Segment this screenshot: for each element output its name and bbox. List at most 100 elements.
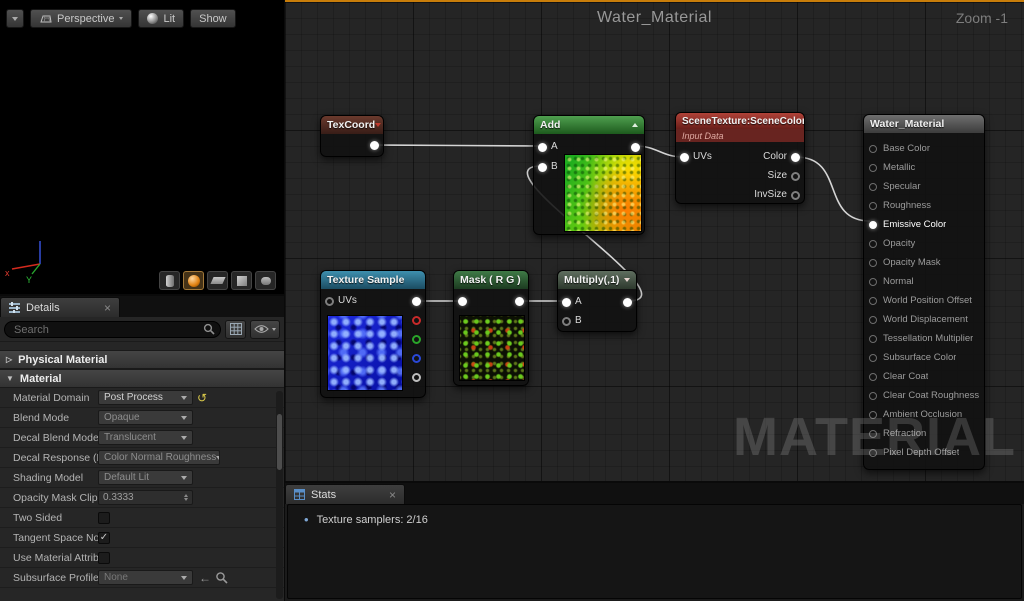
material-domain-dropdown[interactable]: Post Process [98, 390, 193, 405]
input-pin-a[interactable] [562, 298, 571, 307]
input-pin[interactable] [869, 353, 877, 362]
blend-mode-dropdown[interactable]: Opaque [98, 410, 193, 425]
node-texcoord[interactable]: TexCoord [320, 115, 384, 157]
search-input[interactable] [4, 321, 221, 339]
close-icon[interactable]: × [104, 302, 111, 314]
output-pin-g[interactable] [412, 335, 421, 344]
input-pin[interactable] [869, 334, 877, 343]
node-water-material[interactable]: Water_Material Base Color Metallic Specu… [863, 114, 985, 470]
input-pin[interactable] [869, 220, 877, 229]
output-pin-size[interactable] [791, 172, 800, 181]
output-pin-invsize[interactable] [791, 191, 800, 200]
input-pin-b[interactable] [562, 317, 571, 326]
preview-cube-button[interactable] [231, 271, 252, 290]
input-pin[interactable] [869, 429, 877, 438]
output-pin-b[interactable] [412, 354, 421, 363]
use-material-attributes-checkbox[interactable] [98, 551, 110, 564]
output-pin[interactable] [623, 298, 632, 307]
output-pin[interactable] [631, 143, 640, 152]
node-texture-sample[interactable]: Texture Sample UVs [320, 270, 426, 398]
collapse-node-icon[interactable] [632, 123, 638, 127]
input-pin[interactable] [869, 296, 877, 305]
tab-details[interactable]: Details × [0, 297, 120, 317]
show-menu-button[interactable]: Show [190, 9, 236, 28]
material-pin-world-displacement: World Displacement [864, 310, 984, 329]
input-pin-uvs[interactable] [680, 153, 689, 162]
input-pin[interactable] [869, 201, 877, 210]
property-matrix-button[interactable] [225, 319, 246, 339]
input-pin[interactable] [869, 239, 877, 248]
texture-preview [564, 154, 642, 232]
node-multiply[interactable]: Multiply(,1) A B [557, 270, 637, 332]
use-selected-asset-icon[interactable]: ← [199, 571, 211, 585]
output-pin[interactable] [515, 297, 524, 306]
perspective-button[interactable]: Perspective [30, 9, 133, 28]
wire-texcoord-to-add[interactable] [374, 144, 542, 147]
lit-mode-button[interactable]: Lit [138, 9, 185, 28]
wire-scenetexture-to-emissive[interactable] [795, 156, 871, 222]
preview-plane-button[interactable] [207, 271, 228, 290]
expander-icon[interactable]: ▷ [6, 355, 12, 364]
node-scenetexture[interactable]: SceneTexture:SceneColor Input Data UVs C… [675, 112, 805, 204]
decal-response-dropdown[interactable]: Color Normal Roughness [98, 450, 220, 465]
pin-label: Size [767, 170, 787, 181]
input-pin[interactable] [869, 448, 877, 457]
view-options-button[interactable] [250, 319, 280, 339]
stats-tab-icon [294, 489, 305, 500]
input-pin[interactable] [869, 391, 877, 400]
input-pin[interactable] [869, 277, 877, 286]
property-row: Tangent Space No ✓ [0, 528, 284, 548]
expander-icon[interactable]: ▼ [6, 374, 14, 383]
category-label: Physical Material [18, 353, 108, 366]
browse-asset-icon[interactable] [215, 571, 228, 584]
stats-panel: Stats × • Texture samplers: 2/16 [285, 483, 1024, 601]
subsurface-profile-dropdown[interactable]: None [98, 570, 193, 585]
input-pin[interactable] [869, 144, 877, 153]
preview-sphere-button[interactable] [183, 271, 204, 290]
details-scrollbar-thumb[interactable] [277, 414, 282, 470]
decal-blend-mode-dropdown[interactable]: Translucent [98, 430, 193, 445]
output-pin[interactable] [370, 141, 379, 150]
output-pin-a[interactable] [412, 373, 421, 382]
material-graph-canvas[interactable]: Water_Material Zoom -1 TexCoord Add A B … [285, 0, 1024, 481]
category-material[interactable]: ▼ Material [0, 369, 284, 388]
preview-mesh-button[interactable] [255, 271, 276, 290]
pin-label: A [575, 296, 582, 307]
material-pin-metallic: Metallic [864, 158, 984, 177]
shading-model-dropdown[interactable]: Default Lit [98, 470, 193, 485]
expand-node-icon[interactable] [375, 123, 382, 127]
preview-cylinder-button[interactable] [159, 271, 180, 290]
output-pin-rgb[interactable] [412, 297, 421, 306]
input-pin[interactable] [869, 163, 877, 172]
axis-gizmo-icon: x Y [5, 241, 41, 284]
input-pin[interactable] [869, 182, 877, 191]
tangent-space-normal-checkbox[interactable]: ✓ [98, 531, 110, 544]
input-pin-b[interactable] [538, 163, 547, 172]
property-label: Opacity Mask Clip [13, 491, 98, 504]
output-pin-color[interactable] [791, 153, 800, 162]
reset-to-default-icon[interactable]: ↺ [197, 392, 207, 404]
viewport-options-button[interactable] [6, 9, 24, 28]
pin-label: UVs [693, 151, 712, 162]
opacity-mask-clip-input[interactable]: 0.3333 [98, 490, 193, 505]
input-pin[interactable] [869, 372, 877, 381]
input-pin[interactable] [869, 315, 877, 324]
viewport-panel[interactable]: Perspective Lit Show x Y [0, 0, 284, 294]
input-pin[interactable] [869, 410, 877, 419]
node-add[interactable]: Add A B [533, 115, 645, 235]
close-icon[interactable]: × [389, 489, 396, 501]
input-pin[interactable] [458, 297, 467, 306]
viewport-toolbar: Perspective Lit Show [6, 9, 236, 28]
category-physical-material[interactable]: ▷ Physical Material [0, 350, 284, 369]
expand-node-icon[interactable] [624, 278, 630, 282]
output-pin-r[interactable] [412, 316, 421, 325]
input-pin-a[interactable] [538, 143, 547, 152]
input-pin-uvs[interactable] [325, 297, 334, 306]
input-pin[interactable] [869, 258, 877, 267]
category-label: Material [19, 372, 62, 385]
spinner-icon[interactable] [184, 494, 188, 501]
node-mask[interactable]: Mask ( R G ) [453, 270, 529, 386]
search-icon [203, 323, 215, 335]
tab-stats[interactable]: Stats × [285, 484, 405, 504]
two-sided-checkbox[interactable] [98, 511, 110, 524]
